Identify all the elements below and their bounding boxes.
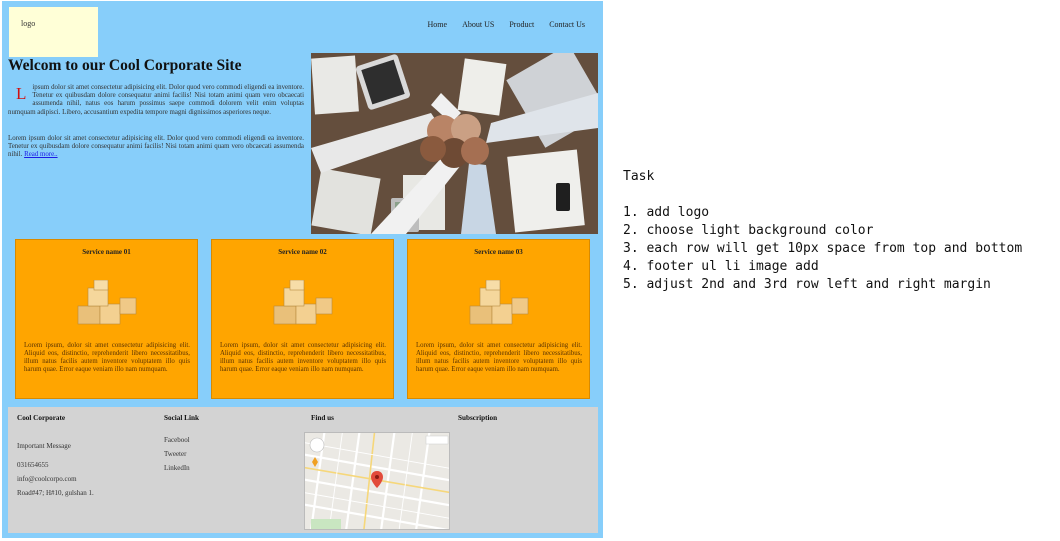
footer-social-heading: Social Link: [164, 414, 199, 422]
social-link-linkedin[interactable]: LinkedIn: [164, 464, 190, 472]
boxes-icon: [469, 280, 529, 325]
boxes-icon: [273, 280, 333, 325]
footer-company-column: Cool Corporate Important Message 0316546…: [17, 414, 147, 524]
service-card-text: Lorem ipsum, dolor sit amet consectetur …: [416, 342, 582, 373]
dropcap-letter: L: [16, 84, 27, 103]
service-card-text: Lorem ipsum, dolor sit amet consectetur …: [24, 342, 190, 373]
map-view-toggle[interactable]: [425, 435, 449, 445]
hero-title: Welcom to our Cool Corporate Site: [8, 57, 242, 74]
website-mockup: logo Home About US Product Contact Us We…: [2, 1, 603, 538]
footer-subscription-column: Subscription: [458, 414, 578, 422]
footer: Cool Corporate Important Message 0316546…: [8, 407, 598, 533]
hero-teamwork-image: [311, 53, 598, 234]
nav-contact-link[interactable]: Contact Us: [549, 20, 585, 29]
task-item: 4. footer ul li image add: [623, 259, 819, 274]
task-item: 3. each row will get 10px space from top…: [623, 241, 1023, 256]
social-link-twitter[interactable]: Tweeter: [164, 450, 186, 458]
task-item: 2. choose light background color: [623, 223, 874, 238]
map-compass-icon[interactable]: [309, 437, 325, 453]
hero-paragraph-1: L ipsum dolor sit amet consectetur adipi…: [8, 84, 304, 117]
service-card-1: Service name 01 Lorem ipsum, dolor sit a…: [15, 239, 198, 399]
read-more-link[interactable]: Read more..: [24, 151, 57, 158]
task-title: Task: [623, 169, 655, 184]
service-card-2: Service name 02 Lorem ipsum, dolor sit a…: [211, 239, 394, 399]
task-notes: Task 1. add logo 2. choose light backgro…: [623, 168, 1022, 294]
logo-text: logo: [21, 19, 36, 28]
main-nav: Home About US Product Contact Us: [428, 20, 585, 29]
service-card-title: Service name 03: [474, 248, 523, 256]
task-item: 1. add logo: [623, 205, 710, 220]
footer-address: Road#47; H#10, gulshan 1.: [17, 489, 94, 497]
footer-social-column: Social Link Facebool Tweeter LinkedIn: [164, 414, 284, 494]
footer-company-heading: Cool Corporate: [17, 414, 66, 422]
logo[interactable]: logo: [9, 7, 98, 57]
nav-about-link[interactable]: About US: [462, 20, 494, 29]
boxes-icon: [77, 280, 137, 325]
service-card-text: Lorem ipsum, dolor sit amet consectetur …: [220, 342, 386, 373]
service-card-3: Service name 03 Lorem ipsum, dolor sit a…: [407, 239, 590, 399]
footer-important-message: Important Message: [17, 442, 71, 450]
service-card-title: Service name 02: [278, 248, 327, 256]
social-link-facebook[interactable]: Facebool: [164, 436, 190, 444]
service-card-title: Service name 01: [82, 248, 131, 256]
hero-paragraph-2: Lorem ipsum dolor sit amet consectetur a…: [8, 135, 304, 160]
footer-find-heading: Find us: [311, 414, 334, 422]
nav-home-link[interactable]: Home: [428, 20, 448, 29]
hero-paragraph-1-text: ipsum dolor sit amet consectetur adipisi…: [8, 84, 304, 116]
task-item: 5. adjust 2nd and 3rd row left and right…: [623, 277, 991, 292]
location-map[interactable]: [304, 432, 450, 530]
footer-find-column: Find us: [311, 414, 431, 422]
footer-email: info@coolcorpo.com: [17, 475, 77, 483]
task-spacer: [623, 186, 1022, 204]
footer-subscription-heading: Subscription: [458, 414, 498, 422]
footer-phone: 031654655: [17, 461, 49, 469]
nav-product-link[interactable]: Product: [509, 20, 534, 29]
